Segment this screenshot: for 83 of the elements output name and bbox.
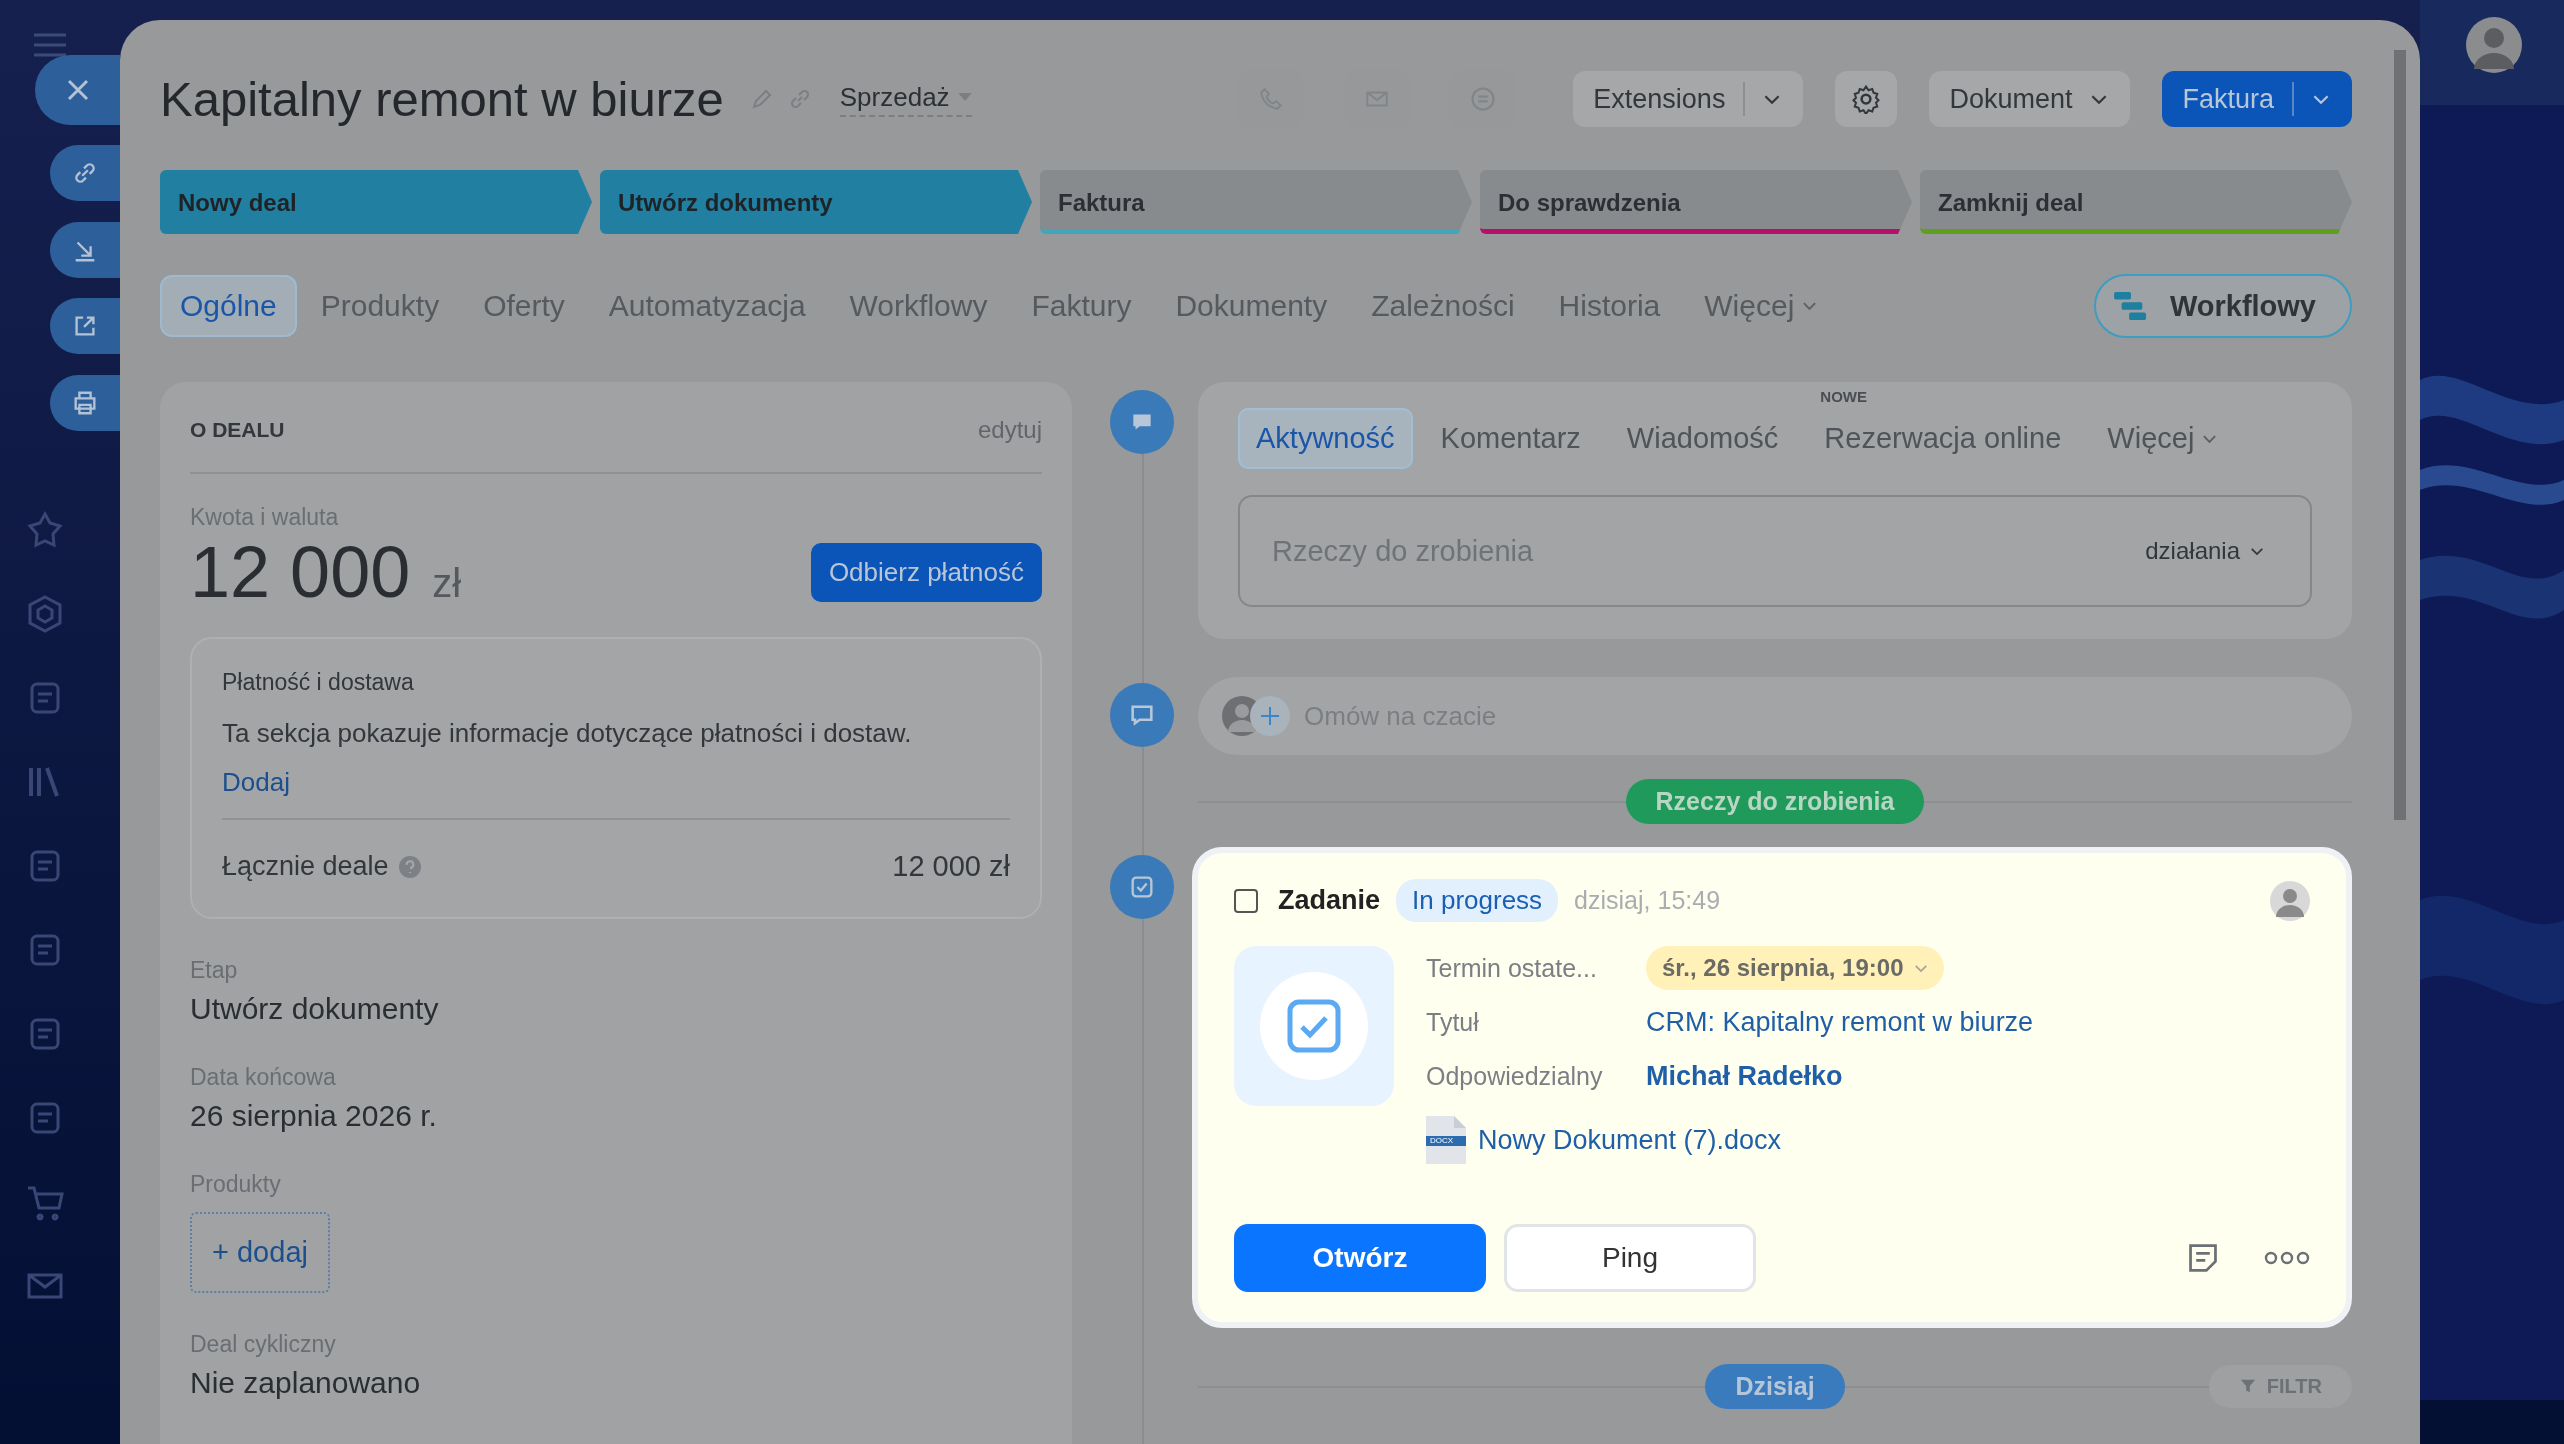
extensions-button[interactable]: Extensions: [1573, 71, 1804, 127]
note-icon[interactable]: [2186, 1241, 2220, 1275]
chevron-icon: [2250, 546, 2264, 556]
scrollbar[interactable]: [2394, 50, 2406, 820]
task-title: Zadanie: [1278, 885, 1381, 916]
task-checkbox-icon: [1234, 946, 1394, 1106]
tab[interactable]: Produkty: [300, 275, 460, 337]
tab[interactable]: Faktury: [1011, 275, 1152, 337]
actions-dropdown[interactable]: działania: [2139, 536, 2270, 566]
add-link[interactable]: Dodaj: [222, 767, 290, 797]
print-button[interactable]: [50, 375, 120, 431]
total-value: 12 000 zł: [892, 850, 1010, 883]
person-link[interactable]: Michał Radełko: [1646, 1060, 1843, 1092]
tab[interactable]: Dokumenty: [1155, 275, 1348, 337]
total-label: Łącznie deale: [222, 851, 389, 882]
ping-button[interactable]: Ping: [1504, 1224, 1756, 1292]
currency-label: zł: [432, 561, 462, 606]
pipeline-stage[interactable]: Faktura: [1040, 170, 1472, 234]
invoice-button[interactable]: Faktura: [2162, 71, 2352, 127]
deadline-dropdown[interactable]: śr., 26 sierpnia, 19:00: [1646, 946, 1944, 990]
payment-description: Ta sekcja pokazuje informacje dotyczące płatności i dostaw.: [222, 718, 913, 749]
field-value: Utwórz dokumenty: [190, 992, 440, 1026]
link-button[interactable]: [50, 145, 120, 201]
payment-title: Płatność i dostawa: [222, 669, 415, 696]
edit-link[interactable]: edytuj: [977, 416, 1042, 444]
chevron-icon: [1802, 301, 1818, 311]
amount-value: 12 000: [190, 531, 411, 613]
field-value: Nie zaplanowano: [190, 1366, 422, 1400]
docx-file-icon: [1426, 1116, 1466, 1164]
deal-title: Kapitalny remont w biurze: [160, 71, 724, 127]
title-link[interactable]: CRM: Kapitalny remont w biurze: [1646, 1006, 2034, 1038]
more-icon[interactable]: [2264, 1250, 2310, 1266]
field-label: Tytuł: [1426, 1007, 1480, 1037]
settings-button[interactable]: [1835, 71, 1898, 127]
funnel-icon: [2238, 1377, 2257, 1395]
tab[interactable]: Historia: [1538, 275, 1681, 337]
workflow-button[interactable]: Workflowy: [2093, 274, 2352, 338]
tab[interactable]: Oferty: [463, 275, 585, 337]
today-label: Dzisiaj: [1705, 1363, 1845, 1409]
pipeline-stage[interactable]: Zamknij deal: [1920, 170, 2352, 234]
chevron-icon: [2202, 433, 2218, 444]
todo-section-label: Rzeczy do zrobienia: [1625, 778, 1925, 824]
file-link[interactable]: Nowy Dokument (7).docx: [1478, 1124, 1782, 1156]
task-time: dzisiaj, 15:49: [1574, 886, 1721, 915]
field-label: Termin ostate...: [1426, 953, 1598, 983]
field-label: Odpowiedzialny: [1426, 1061, 1604, 1091]
pipeline-stage[interactable]: Nowy deal: [160, 170, 592, 234]
chevron-icon: [1913, 963, 1928, 973]
tab[interactable]: Zależności: [1351, 275, 1535, 337]
help-icon[interactable]: [398, 855, 421, 878]
caret-icon: [957, 92, 972, 102]
new-label: NOWE: [1820, 388, 1867, 405]
open-button[interactable]: Otwórz: [1234, 1224, 1486, 1292]
status-badge: In progress: [1396, 879, 1559, 922]
share-button[interactable]: [50, 298, 120, 354]
download-button[interactable]: [50, 222, 120, 278]
tab[interactable]: Ogólne: [160, 275, 297, 337]
more-dropdown[interactable]: Więcej: [2089, 408, 2236, 469]
receive-payment-button[interactable]: Odbierz płatność: [810, 542, 1042, 602]
document-dropdown[interactable]: Dokument: [1929, 71, 2131, 127]
chevron-icon: [2090, 93, 2109, 105]
pipeline-dropdown[interactable]: Sprzedaż: [839, 81, 972, 117]
more-dropdown[interactable]: Więcej: [1684, 275, 1838, 337]
add-product-button[interactable]: + dodaj: [190, 1212, 330, 1293]
pipeline-stage[interactable]: Utwórz dokumenty: [600, 170, 1032, 234]
tab[interactable]: Wiadomość: [1608, 408, 1797, 469]
avatar-icon: [2270, 880, 2310, 921]
tab[interactable]: Workflowy: [829, 275, 1008, 337]
pipeline-stage[interactable]: Do sprawdzenia: [1480, 170, 1912, 234]
checkbox[interactable]: [1234, 888, 1258, 913]
chevron-icon: [2312, 93, 2330, 105]
tab[interactable]: Rezerwacja online: [1806, 408, 2080, 469]
chevron-icon: [1763, 93, 1782, 105]
close-button[interactable]: [35, 55, 120, 125]
tab[interactable]: Automatyzacja: [588, 275, 826, 337]
field-value: 26 sierpnia 2026 r.: [190, 1099, 438, 1133]
add-participant-icon[interactable]: [1250, 696, 1290, 736]
section-heading: O DEALU: [190, 418, 285, 442]
tab[interactable]: Aktywność: [1238, 408, 1413, 469]
file-type-label: DOCX: [1430, 1136, 1454, 1146]
pencil-icon[interactable]: [749, 87, 774, 111]
tab[interactable]: Komentarz: [1422, 408, 1599, 469]
settings-icon: [1851, 84, 1882, 114]
